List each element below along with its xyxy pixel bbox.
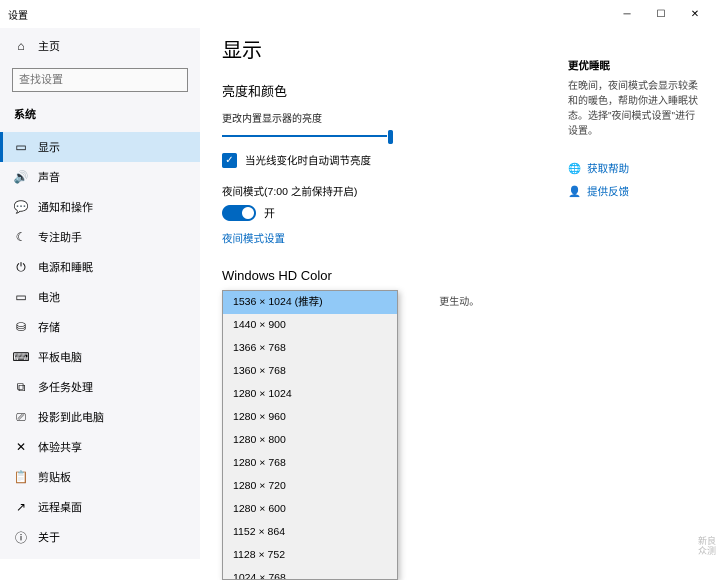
sidebar-item-11[interactable]: 📋 剪贴板: [0, 462, 200, 492]
nav-label: 多任务处理: [38, 379, 93, 395]
sidebar-item-10[interactable]: ✕ 体验共享: [0, 432, 200, 462]
hd-color-heading: Windows HD Color: [222, 268, 592, 283]
nav-icon: ⌨: [14, 350, 28, 364]
nav-icon: 💬: [14, 200, 28, 214]
minimize-button[interactable]: ─: [610, 2, 644, 26]
sidebar-item-0[interactable]: ▭ 显示: [0, 132, 200, 162]
search-input[interactable]: [12, 68, 188, 92]
sidebar-item-3[interactable]: ☾ 专注助手: [0, 222, 200, 252]
nav-icon: ⛁: [14, 320, 28, 334]
resolution-option[interactable]: 1280 × 960: [223, 406, 397, 429]
resolution-option[interactable]: 1024 × 768: [223, 567, 397, 580]
resolution-option[interactable]: 1280 × 720: [223, 475, 397, 498]
main-area: 显示 亮度和颜色 更改内置显示器的亮度 ✓ 当光线变化时自动调节亮度 夜间模式(…: [200, 28, 720, 559]
sidebar-item-4[interactable]: ⏻ 电源和睡眠: [0, 252, 200, 282]
nav-list: ▭ 显示 🔊 声音 💬 通知和操作 ☾ 专注助手 ⏻ 电源和睡眠 ▭ 电池 ⛁ 存储 ⌨ 平板电脑 ⧉ 多任务处理…: [0, 132, 200, 552]
nav-label: 关于: [38, 529, 60, 545]
sidebar-item-13[interactable]: ⓘ 关于: [0, 522, 200, 552]
nav-icon: 🔊: [14, 170, 28, 184]
close-button[interactable]: ✕: [678, 2, 712, 26]
page-title: 显示: [222, 34, 592, 63]
nav-label: 存储: [38, 319, 60, 335]
nav-label: 通知和操作: [38, 199, 93, 215]
resolution-dropdown[interactable]: 1536 × 1024 (推荐)1440 × 9001366 × 7681360…: [222, 290, 398, 580]
nav-label: 剪贴板: [38, 469, 71, 485]
resolution-option[interactable]: 1152 × 864: [223, 521, 397, 544]
window-controls: ─ ☐ ✕: [610, 2, 712, 26]
nav-icon: 📋: [14, 470, 28, 484]
sidebar-item-7[interactable]: ⌨ 平板电脑: [0, 342, 200, 372]
titlebar: 设置 ─ ☐ ✕: [0, 0, 720, 28]
nav-icon: ⓘ: [14, 530, 28, 544]
resolution-option[interactable]: 1280 × 800: [223, 429, 397, 452]
brightness-desc: 更改内置显示器的亮度: [222, 110, 592, 125]
nav-label: 平板电脑: [38, 349, 82, 365]
slider-thumb[interactable]: [388, 130, 393, 144]
nav-icon: ▭: [14, 140, 28, 154]
nav-icon: ✕: [14, 440, 28, 454]
nav-icon: ☾: [14, 230, 28, 244]
maximize-button[interactable]: ☐: [644, 2, 678, 26]
auto-brightness-label: 当光线变化时自动调节亮度: [245, 153, 371, 168]
nav-label: 投影到此电脑: [38, 409, 104, 425]
resolution-option[interactable]: 1128 × 752: [223, 544, 397, 567]
nav-label: 专注助手: [38, 229, 82, 245]
resolution-option[interactable]: 1360 × 768: [223, 360, 397, 383]
home-button[interactable]: ⌂ 主页: [0, 32, 200, 60]
resolution-option[interactable]: 1280 × 1024: [223, 383, 397, 406]
aside-title: 更优睡眠: [568, 58, 698, 73]
night-mode-settings-link[interactable]: 夜间模式设置: [222, 231, 592, 246]
home-label: 主页: [38, 38, 60, 54]
nav-label: 远程桌面: [38, 499, 82, 515]
aside-panel: 更优睡眠 在晚间，夜间模式会显示较柔和的暖色，帮助你进入睡眠状态。选择"夜间模式…: [568, 58, 698, 207]
nav-label: 体验共享: [38, 439, 82, 455]
night-mode-toggle[interactable]: [222, 205, 256, 221]
auto-brightness-row[interactable]: ✓ 当光线变化时自动调节亮度: [222, 153, 592, 168]
nav-icon: ⎚: [14, 410, 28, 424]
get-help-link[interactable]: 🌐 获取帮助: [568, 161, 698, 176]
sidebar-item-12[interactable]: ↗ 远程桌面: [0, 492, 200, 522]
night-mode-label: 夜间模式(7:00 之前保持开启): [222, 184, 592, 199]
nav-icon: ⏻: [14, 260, 28, 274]
sidebar: ⌂ 主页 系统 ▭ 显示 🔊 声音 💬 通知和操作 ☾ 专注助手 ⏻ 电源和睡眠 ▭ 电池 ⛁ 存储 ⌨ 平板…: [0, 28, 200, 559]
nav-label: 声音: [38, 169, 60, 185]
sidebar-item-6[interactable]: ⛁ 存储: [0, 312, 200, 342]
resolution-option[interactable]: 1440 × 900: [223, 314, 397, 337]
feedback-link[interactable]: 👤 提供反馈: [568, 184, 698, 199]
watermark: 新良众测: [698, 537, 716, 557]
nav-label: 电源和睡眠: [38, 259, 93, 275]
help-icon: 🌐: [568, 162, 581, 175]
feedback-icon: 👤: [568, 185, 581, 198]
nav-icon: ⧉: [14, 380, 28, 394]
resolution-option[interactable]: 1280 × 600: [223, 498, 397, 521]
resolution-option[interactable]: 1280 × 768: [223, 452, 397, 475]
nav-icon: ↗: [14, 500, 28, 514]
toggle-state-label: 开: [264, 205, 275, 221]
section-label: 系统: [0, 102, 200, 132]
resolution-option[interactable]: 1366 × 768: [223, 337, 397, 360]
brightness-heading: 亮度和颜色: [222, 81, 592, 100]
nav-icon: ▭: [14, 290, 28, 304]
sidebar-item-8[interactable]: ⧉ 多任务处理: [0, 372, 200, 402]
nav-label: 显示: [38, 139, 60, 155]
app-title: 设置: [8, 7, 28, 22]
nav-label: 电池: [38, 289, 60, 305]
sidebar-item-9[interactable]: ⎚ 投影到此电脑: [0, 402, 200, 432]
resolution-option[interactable]: 1536 × 1024 (推荐): [223, 291, 397, 314]
sidebar-item-1[interactable]: 🔊 声音: [0, 162, 200, 192]
brightness-slider[interactable]: [222, 135, 387, 137]
checkbox-checked-icon[interactable]: ✓: [222, 153, 237, 168]
sidebar-item-2[interactable]: 💬 通知和操作: [0, 192, 200, 222]
home-icon: ⌂: [14, 39, 28, 53]
aside-text: 在晚间，夜间模式会显示较柔和的暖色，帮助你进入睡眠状态。选择"夜间模式设置"进行…: [568, 79, 698, 139]
sidebar-item-5[interactable]: ▭ 电池: [0, 282, 200, 312]
